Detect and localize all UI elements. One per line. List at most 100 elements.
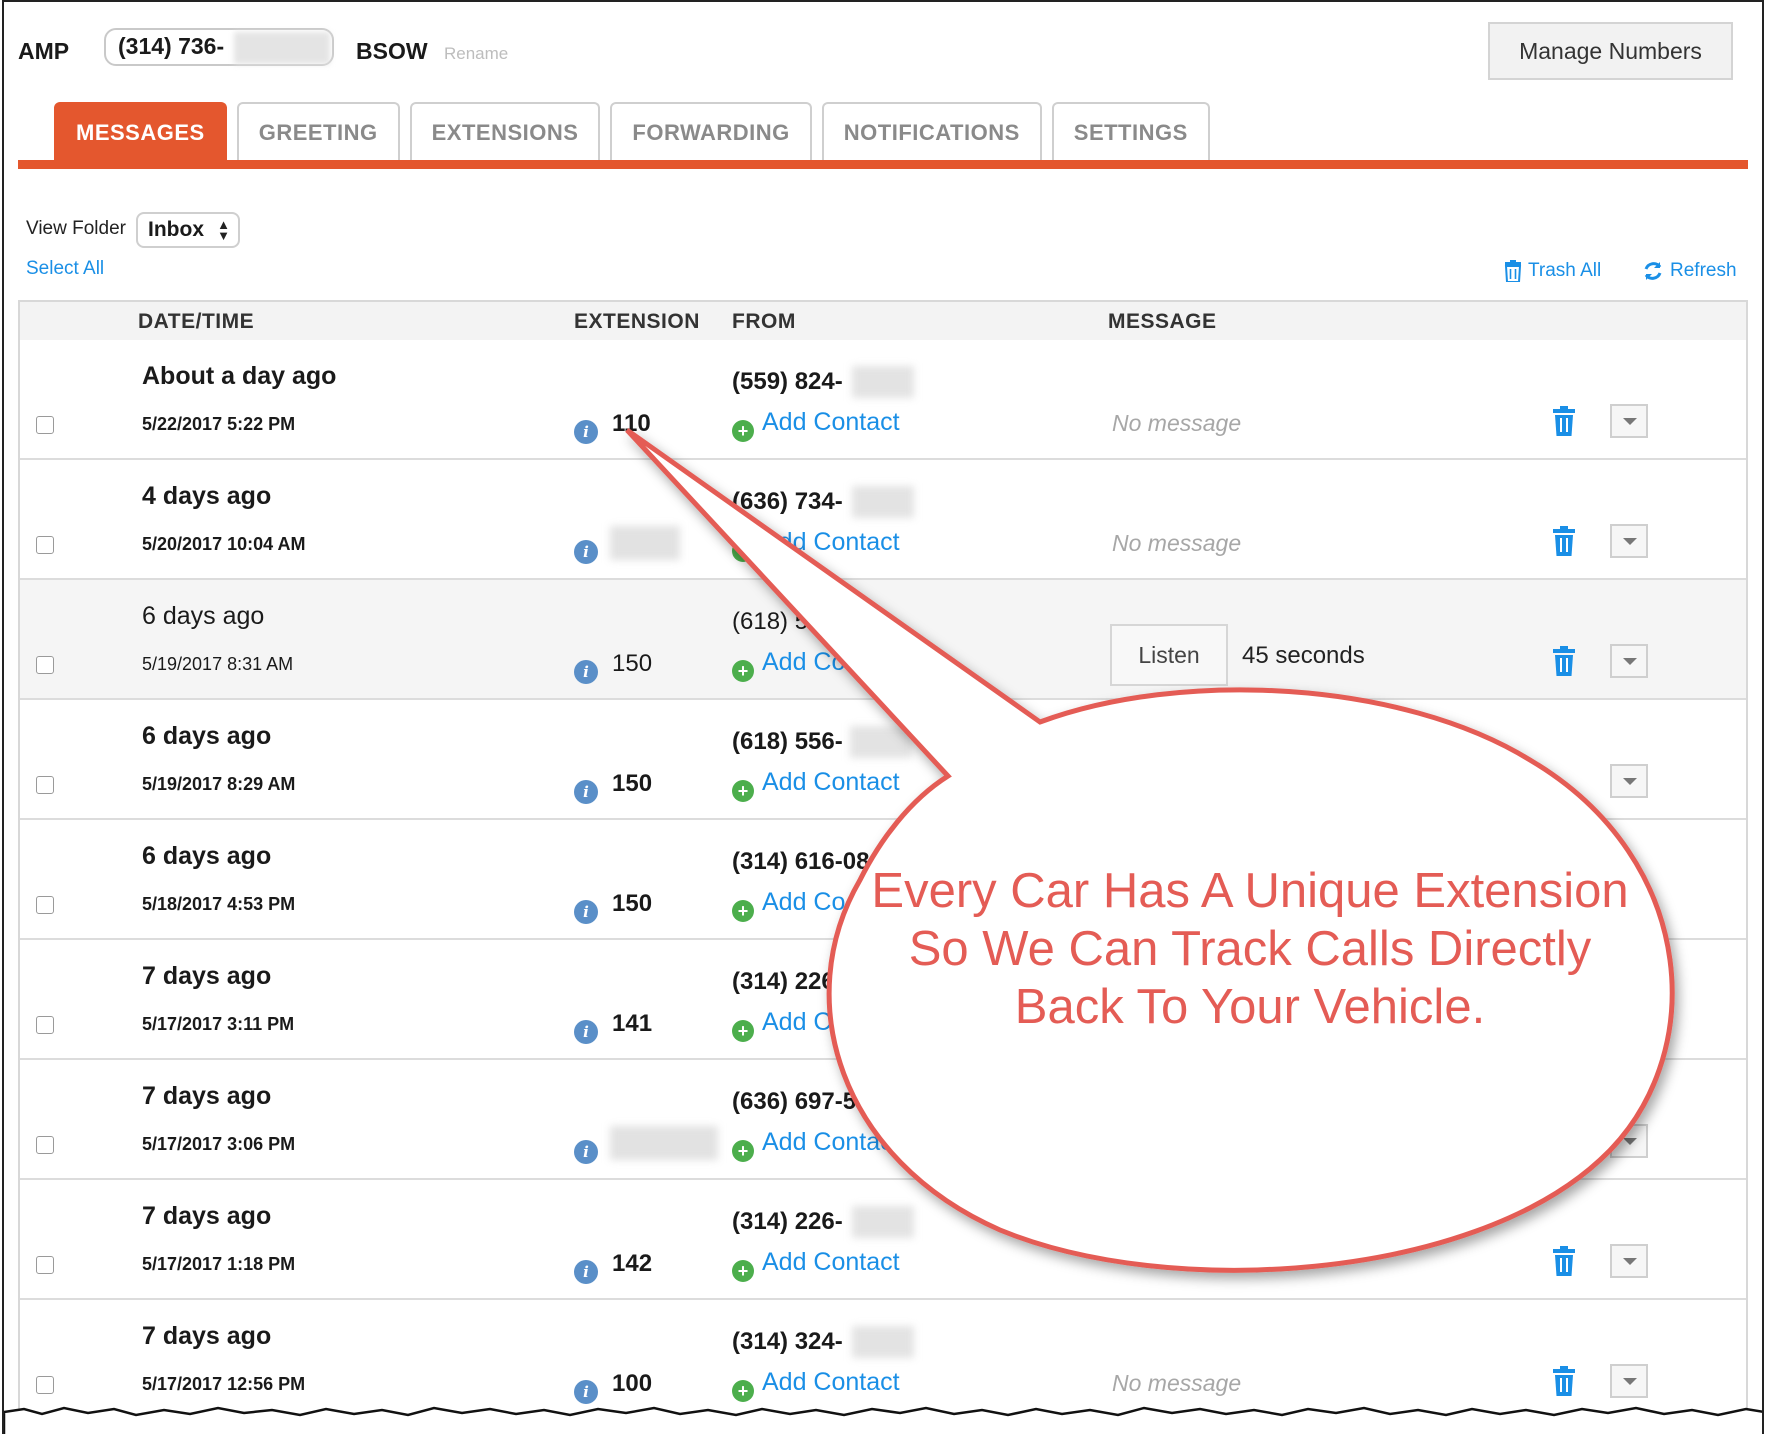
torn-edge: [4, 1406, 1762, 1434]
info-icon[interactable]: i: [574, 660, 598, 684]
row-checkbox[interactable]: [36, 536, 54, 554]
row-options-dropdown[interactable]: [1610, 404, 1648, 438]
message-status: No message: [1112, 530, 1242, 556]
refresh-icon: [1644, 262, 1662, 280]
tab-underline: [18, 160, 1748, 169]
folder-select[interactable]: Inbox ▲ ▼: [136, 212, 240, 248]
redacted-number: [852, 486, 914, 518]
add-contact-icon[interactable]: +: [732, 780, 754, 802]
row-checkbox[interactable]: [36, 896, 54, 914]
column-message: MESSAGE: [1108, 310, 1217, 333]
add-contact-link[interactable]: Add Co: [762, 648, 845, 677]
trash-icon[interactable]: [1552, 1246, 1576, 1276]
row-checkbox[interactable]: [36, 416, 54, 434]
messages-table: DATE/TIME EXTENSION FROM MESSAGE About a…: [18, 300, 1748, 1420]
row-checkbox[interactable]: [36, 776, 54, 794]
info-icon[interactable]: i: [574, 900, 598, 924]
add-contact-link[interactable]: Add Co: [762, 888, 845, 917]
tab-extensions[interactable]: EXTENSIONS: [409, 102, 601, 162]
relative-time: 7 days ago: [142, 1202, 272, 1230]
message-datetime: 5/17/2017 3:06 PM: [142, 1134, 296, 1154]
add-contact-icon[interactable]: +: [732, 1260, 754, 1282]
column-datetime: DATE/TIME: [138, 310, 255, 333]
tab-settings[interactable]: SETTINGS: [1051, 102, 1210, 162]
add-contact-icon[interactable]: +: [732, 1380, 754, 1402]
message-datetime: 5/19/2017 8:29 AM: [142, 774, 296, 794]
relative-time: 4 days ago: [142, 482, 272, 510]
row-options-dropdown[interactable]: [1610, 1244, 1648, 1278]
add-contact-link[interactable]: Add Contact: [762, 1248, 900, 1277]
row-checkbox[interactable]: [36, 1136, 54, 1154]
caller-number: (314) 226: [732, 968, 835, 995]
row-options-dropdown[interactable]: [1610, 764, 1648, 798]
refresh-label: Refresh: [1670, 260, 1737, 281]
table-row[interactable]: 7 days ago 5/17/2017 12:56 PM i 100 (314…: [20, 1300, 1746, 1420]
row-checkbox[interactable]: [36, 1376, 54, 1394]
table-row[interactable]: About a day ago 5/22/2017 5:22 PM i 110 …: [20, 340, 1746, 460]
redacted-number: [234, 32, 330, 64]
relative-time: 7 days ago: [142, 1322, 272, 1350]
table-row[interactable]: 6 days ago 5/19/2017 8:31 AM i 150 (618)…: [20, 580, 1746, 700]
info-icon[interactable]: i: [574, 420, 598, 444]
table-row[interactable]: 4 days ago 5/20/2017 10:04 AM i (636) 73…: [20, 460, 1746, 580]
listen-button[interactable]: Listen: [1110, 624, 1228, 686]
tab-messages[interactable]: MESSAGES: [54, 102, 227, 162]
add-contact-icon[interactable]: +: [732, 540, 754, 562]
callout-text: Every Car Has A Unique Extension So We C…: [871, 864, 1629, 1034]
add-contact-link[interactable]: Add Co: [762, 1008, 845, 1037]
row-checkbox[interactable]: [36, 656, 54, 674]
redacted-extension: [610, 526, 680, 560]
row-checkbox[interactable]: [36, 1016, 54, 1034]
add-contact-link[interactable]: Add Contact: [762, 528, 900, 557]
info-icon[interactable]: i: [574, 1380, 598, 1404]
add-contact-link[interactable]: Add Contact: [762, 768, 900, 797]
info-icon[interactable]: i: [574, 1260, 598, 1284]
redacted-number: [852, 1206, 914, 1238]
relative-time: 6 days ago: [142, 842, 272, 870]
table-row[interactable]: 7 days ago 5/17/2017 1:18 PM i 142 (314)…: [20, 1180, 1746, 1300]
info-icon[interactable]: i: [574, 780, 598, 804]
caller-number: (636) 697-57: [732, 1088, 870, 1115]
add-contact-link[interactable]: Add Contact: [762, 408, 900, 437]
trash-icon[interactable]: [1552, 646, 1576, 676]
extension-value: 150: [612, 770, 653, 797]
refresh-button[interactable]: Refresh: [1642, 260, 1737, 282]
extension-value: 100: [612, 1370, 653, 1397]
row-options-dropdown[interactable]: [1610, 524, 1648, 558]
info-icon[interactable]: i: [574, 1020, 598, 1044]
add-contact-icon[interactable]: +: [732, 900, 754, 922]
relative-time: 7 days ago: [142, 962, 272, 990]
message-datetime: 5/18/2017 4:53 PM: [142, 894, 296, 914]
tab-notifications[interactable]: NOTIFICATIONS: [821, 102, 1042, 162]
row-options-dropdown[interactable]: [1610, 644, 1648, 678]
table-row[interactable]: 7 days ago 5/17/2017 3:06 PM i (636) 697…: [20, 1060, 1746, 1180]
caller-number: (314) 226-: [732, 1208, 843, 1235]
extension-value: 142: [612, 1250, 653, 1277]
column-extension: EXTENSION: [574, 310, 700, 333]
add-contact-link[interactable]: Add Contact: [762, 1128, 900, 1157]
add-contact-icon[interactable]: +: [732, 1020, 754, 1042]
add-contact-icon[interactable]: +: [732, 1140, 754, 1162]
trash-all-button[interactable]: Trash All: [1504, 260, 1601, 282]
row-checkbox[interactable]: [36, 1256, 54, 1274]
rename-link[interactable]: Rename: [444, 44, 508, 64]
trash-icon[interactable]: [1552, 406, 1576, 436]
select-all-link[interactable]: Select All: [26, 258, 104, 280]
column-from: FROM: [732, 310, 796, 333]
redacted-extension: [610, 1126, 718, 1160]
row-options-dropdown[interactable]: [1610, 1124, 1648, 1158]
tab-forwarding[interactable]: FORWARDING: [610, 102, 812, 162]
manage-numbers-button[interactable]: Manage Numbers: [1488, 22, 1733, 80]
add-contact-link[interactable]: Add Contact: [762, 1368, 900, 1397]
row-options-dropdown[interactable]: [1610, 1364, 1648, 1398]
phone-number-selector[interactable]: (314) 736-: [104, 28, 334, 66]
trash-icon[interactable]: [1552, 1366, 1576, 1396]
add-contact-icon[interactable]: +: [732, 420, 754, 442]
voicemail-app: AMP (314) 736- BSOW Rename Manage Number…: [2, 0, 1764, 1434]
trash-icon[interactable]: [1552, 526, 1576, 556]
info-icon[interactable]: i: [574, 1140, 598, 1164]
add-contact-icon[interactable]: +: [732, 660, 754, 682]
tab-greeting[interactable]: GREETING: [236, 102, 400, 162]
info-icon[interactable]: i: [574, 540, 598, 564]
table-row[interactable]: 6 days ago 5/19/2017 8:29 AM i 150 (618)…: [20, 700, 1746, 820]
